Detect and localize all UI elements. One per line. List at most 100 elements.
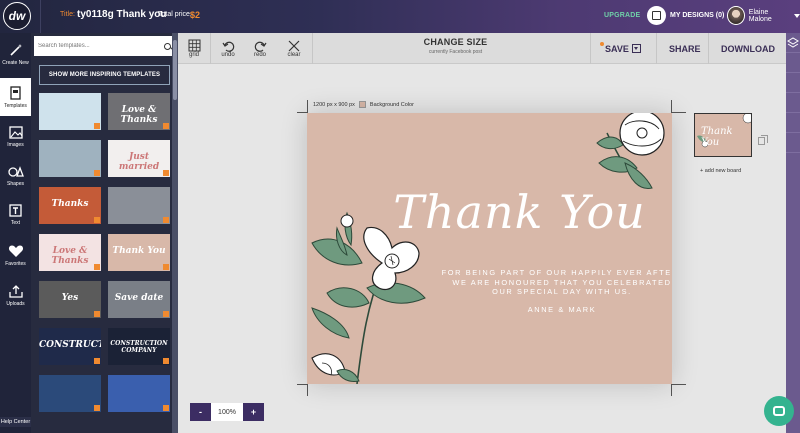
magic-wand-icon bbox=[9, 43, 22, 56]
card-message-line: WE ARE HONOURED THAT YOU CELEBRATED bbox=[452, 277, 672, 287]
nav-templates[interactable]: Templates bbox=[0, 78, 31, 116]
nav-text[interactable]: Text bbox=[0, 196, 31, 234]
download-button[interactable]: DOWNLOAD bbox=[721, 44, 775, 54]
zoom-out-button[interactable]: - bbox=[190, 403, 211, 421]
upgrade-link[interactable]: UPGRADE bbox=[604, 12, 640, 19]
template-thumbnail[interactable]: Love & Thanks bbox=[108, 93, 170, 130]
templates-icon bbox=[10, 85, 21, 100]
search-input[interactable] bbox=[38, 43, 164, 49]
template-thumbnail[interactable]: Save date bbox=[108, 281, 170, 318]
redo-button[interactable]: redo bbox=[244, 33, 276, 64]
layers-button[interactable] bbox=[786, 33, 800, 53]
template-thumbnail[interactable]: CONSTRUCTION bbox=[39, 328, 101, 365]
template-thumbnail[interactable] bbox=[39, 375, 101, 412]
redo-icon bbox=[254, 41, 266, 52]
crop-mark bbox=[297, 112, 307, 113]
price-badge bbox=[163, 264, 169, 270]
panel-tab[interactable] bbox=[786, 133, 800, 153]
show-more-templates-button[interactable]: SHOW MORE INSPIRING TEMPLATES bbox=[39, 65, 170, 85]
crop-mark bbox=[671, 100, 672, 113]
nav-images[interactable]: Images bbox=[0, 118, 31, 156]
template-thumbnail[interactable] bbox=[39, 140, 101, 177]
undo-icon bbox=[222, 41, 234, 52]
background-color-label[interactable]: Background Color bbox=[370, 102, 414, 108]
card-signature[interactable]: ANNE & MARK bbox=[437, 305, 672, 314]
price-badge bbox=[94, 170, 100, 176]
crop-mark bbox=[307, 100, 308, 113]
panel-tab[interactable] bbox=[786, 93, 800, 113]
grid-button[interactable]: grid bbox=[178, 33, 210, 64]
template-thumbnail[interactable] bbox=[108, 375, 170, 412]
nav-label: Images bbox=[7, 142, 24, 148]
template-thumbnail[interactable] bbox=[108, 187, 170, 224]
template-thumb-text: Love & Thanks bbox=[120, 105, 158, 125]
nav-label: Create New bbox=[2, 59, 29, 66]
chat-button[interactable] bbox=[764, 396, 794, 426]
help-center-button[interactable]: Help Center bbox=[0, 417, 31, 427]
card-headline[interactable]: Thank You bbox=[307, 185, 672, 239]
duplicate-icon[interactable] bbox=[758, 135, 768, 145]
design-title[interactable]: ty0118g Thank you bbox=[77, 9, 166, 20]
template-thumbnail[interactable]: Yes bbox=[39, 281, 101, 318]
board-thumbnail[interactable]: Thank You bbox=[694, 113, 752, 157]
user-menu[interactable]: Elaine Malone bbox=[727, 6, 800, 25]
price-badge bbox=[163, 405, 169, 411]
save-options-dropdown[interactable] bbox=[631, 44, 641, 53]
save-button[interactable]: SAVE bbox=[600, 33, 641, 64]
panel-tab[interactable] bbox=[786, 73, 800, 93]
panel-tab[interactable] bbox=[786, 53, 800, 73]
shapes-icon bbox=[7, 166, 24, 177]
left-nav: Create New Templates Images Shapes Text … bbox=[0, 33, 31, 433]
crop-mark bbox=[307, 384, 308, 396]
template-thumbnail[interactable]: Thank You bbox=[108, 234, 170, 271]
redo-label: redo bbox=[253, 51, 266, 58]
clear-button[interactable]: clear bbox=[278, 33, 310, 64]
nav-favorites[interactable]: Favorites bbox=[0, 236, 31, 274]
undo-label: undo bbox=[221, 51, 235, 58]
card-message[interactable]: FOR BEING PART OF OUR HAPPILY EVER AFTER… bbox=[437, 268, 672, 297]
template-thumbnail[interactable]: Love & Thanks bbox=[39, 234, 101, 271]
my-designs-label: MY DESIGNS (0) bbox=[670, 12, 725, 19]
scrollbar-thumb[interactable] bbox=[173, 40, 177, 100]
price-badge bbox=[94, 311, 100, 317]
share-button[interactable]: SHARE bbox=[669, 44, 701, 54]
price-badge bbox=[94, 217, 100, 223]
design-canvas[interactable]: Thank You FOR BEING PART OF OUR HAPPILY … bbox=[307, 113, 672, 384]
add-board-link[interactable]: + add new board bbox=[700, 168, 741, 174]
chevron-down-icon bbox=[634, 47, 639, 50]
nav-create-new[interactable]: Create New bbox=[0, 35, 31, 73]
price-badge bbox=[163, 123, 169, 129]
canvas-info: 1200 px x 900 px Background Color bbox=[313, 101, 414, 108]
undo-button[interactable]: undo bbox=[212, 33, 244, 64]
crop-mark bbox=[672, 384, 686, 385]
text-icon bbox=[9, 204, 22, 217]
divider bbox=[656, 33, 657, 64]
zoom-in-button[interactable]: + bbox=[243, 403, 264, 421]
right-panel-strip bbox=[786, 33, 800, 433]
toolbar: grid undo redo clear CHANGE SIZE current… bbox=[178, 33, 786, 64]
close-icon bbox=[288, 40, 300, 51]
nav-shapes[interactable]: Shapes bbox=[0, 157, 31, 195]
floral-illustration bbox=[311, 113, 665, 384]
card-message-line: OUR SPECIAL DAY WITH US. bbox=[492, 287, 632, 296]
template-thumbnail[interactable]: CONSTRUCTION COMPANY bbox=[108, 328, 170, 365]
background-color-swatch[interactable] bbox=[358, 101, 366, 108]
template-thumb-text: Yes bbox=[61, 293, 79, 303]
price-badge bbox=[163, 217, 169, 223]
change-size-button[interactable]: CHANGE SIZE currently Facebook post bbox=[423, 37, 488, 55]
designs-icon bbox=[647, 6, 666, 25]
search-icon[interactable] bbox=[164, 42, 171, 50]
search-box bbox=[34, 36, 175, 56]
logo[interactable]: dw bbox=[3, 2, 31, 30]
template-thumbnail[interactable]: Thanks bbox=[39, 187, 101, 224]
upload-icon bbox=[8, 284, 23, 298]
avatar bbox=[727, 6, 745, 25]
nav-label: Text bbox=[10, 220, 21, 226]
template-thumbnail[interactable] bbox=[39, 93, 101, 130]
panel-tab[interactable] bbox=[786, 113, 800, 133]
price-badge bbox=[163, 170, 169, 176]
divider bbox=[708, 33, 709, 64]
my-designs-button[interactable]: MY DESIGNS (0) bbox=[647, 6, 724, 25]
nav-uploads[interactable]: Uploads bbox=[0, 276, 31, 314]
template-thumbnail[interactable]: Just married bbox=[108, 140, 170, 177]
